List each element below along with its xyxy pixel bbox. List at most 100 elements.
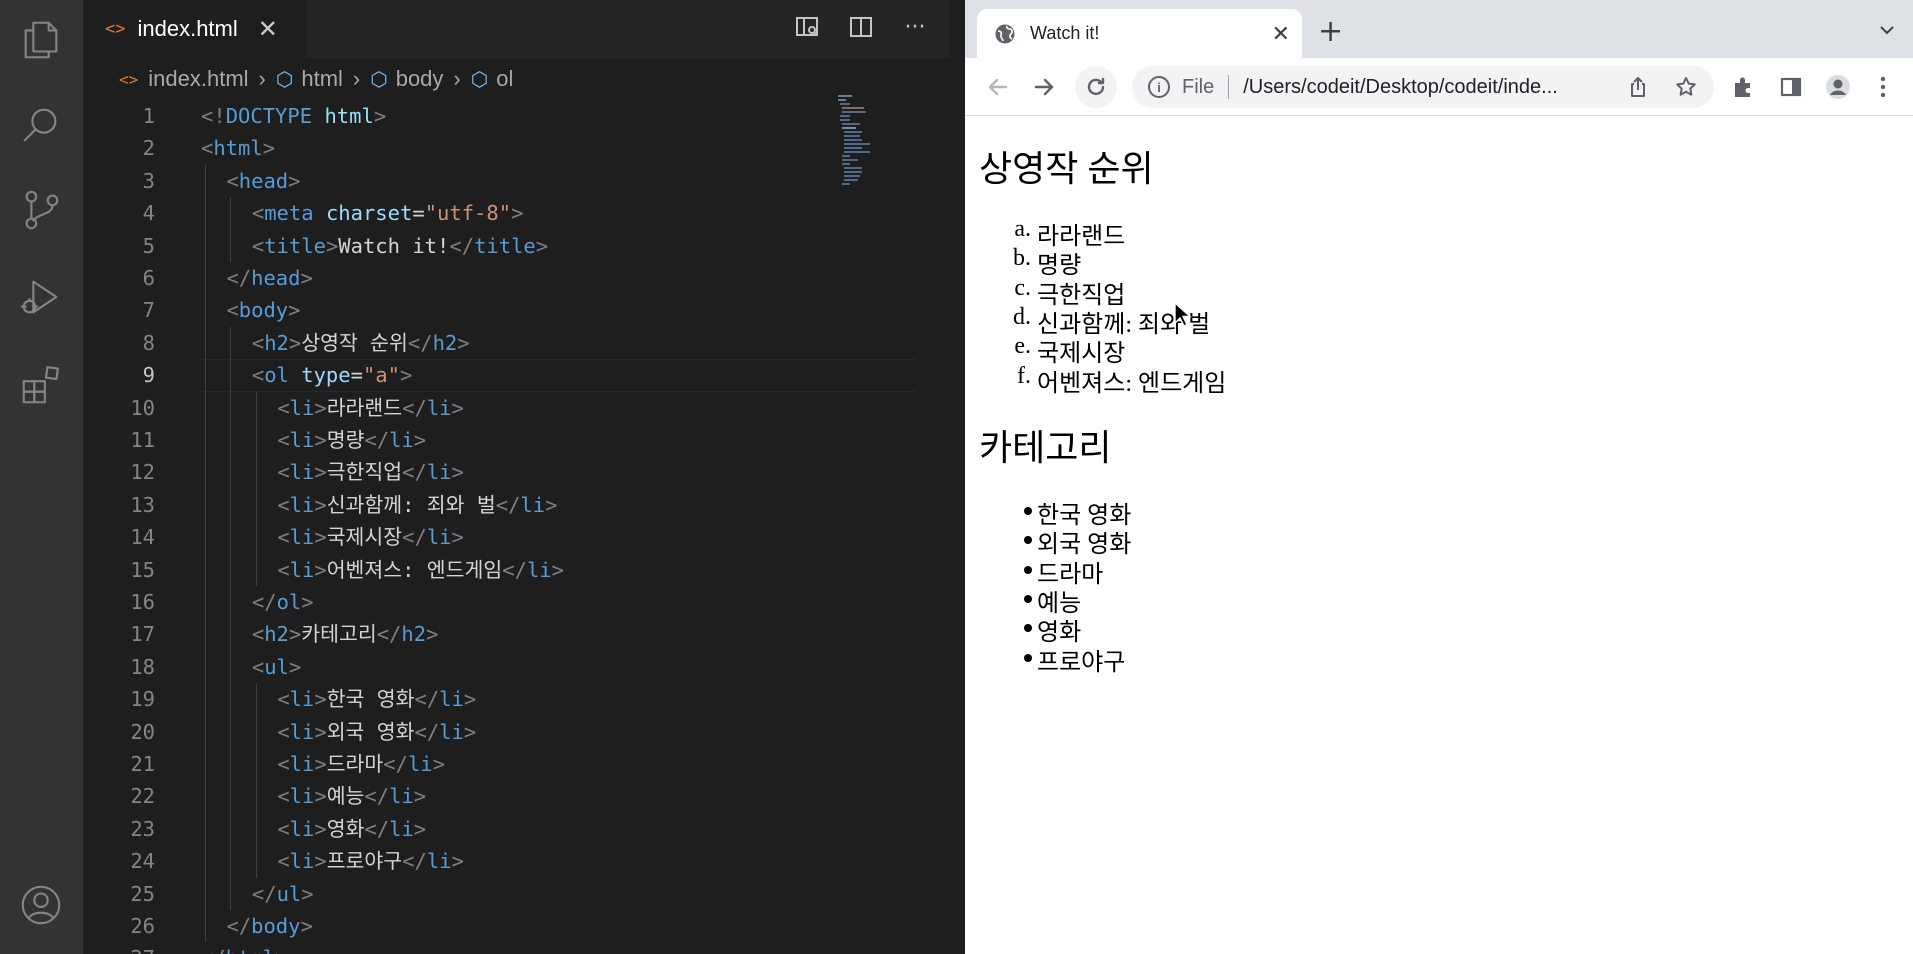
breadcrumb-label: body: [395, 66, 444, 91]
code-line[interactable]: 16 </ol>: [83, 586, 843, 618]
indent-guide: [255, 488, 257, 522]
code-text: </body>: [226, 914, 313, 938]
search-icon[interactable]: [16, 100, 66, 150]
cube-icon: ⬡: [370, 68, 388, 91]
code-line[interactable]: 24 <li>프로야구</li>: [83, 845, 843, 877]
code-line[interactable]: 26 </body>: [83, 910, 843, 942]
code-line[interactable]: 11 <li>명량</li>: [83, 424, 843, 456]
side-panel-icon[interactable]: [1778, 74, 1804, 100]
code-line[interactable]: 12 <li>극한직업</li>: [83, 456, 843, 488]
browser-toolbar: i File /Users/codeit/Desktop/codeit/inde…: [965, 58, 1913, 116]
code-line[interactable]: 21 <li>드라마</li>: [83, 748, 843, 780]
code-text: <li>영화</li>: [277, 816, 427, 841]
kebab-menu-icon[interactable]: [1870, 74, 1896, 100]
code-line[interactable]: 3 <head>: [83, 165, 843, 197]
indent-guide: [255, 683, 257, 716]
code-line[interactable]: 19 <li>한국 영화</li>: [83, 683, 843, 715]
open-preview-icon[interactable]: [792, 12, 822, 42]
code-line[interactable]: 2 <html>: [83, 132, 843, 164]
line-number: 24: [130, 849, 155, 874]
code-line[interactable]: 4 <meta charset="utf-8">: [83, 197, 843, 229]
breadcrumb-item[interactable]: ⬡ body: [370, 66, 443, 92]
source-control-icon[interactable]: [16, 185, 66, 235]
chevron-down-icon[interactable]: [1879, 22, 1894, 36]
reload-icon[interactable]: [1075, 66, 1117, 108]
more-actions-icon[interactable]: ···: [900, 12, 930, 42]
breadcrumb-item[interactable]: ⬡ html: [276, 66, 343, 92]
explorer-icon[interactable]: [16, 15, 66, 65]
bullet-icon: [1024, 624, 1032, 633]
code-line[interactable]: 18 <ul>: [83, 651, 843, 683]
forward-icon[interactable]: [1027, 70, 1061, 104]
indent-guide: [230, 521, 232, 554]
line-number: 20: [130, 719, 155, 744]
share-icon[interactable]: [1626, 75, 1650, 99]
indent-guide: [205, 391, 206, 424]
code-area[interactable]: 1 <!DOCTYPE html> 2 <html> 3 <head> 4 <meta cha…: [83, 100, 950, 954]
indent-guide: [230, 715, 232, 748]
info-icon[interactable]: i: [1148, 76, 1170, 98]
url-text[interactable]: /Users/codeit/Desktop/codeit/inde...: [1243, 76, 1558, 99]
code-line[interactable]: 17 <h2>카테고리</h2>: [83, 618, 843, 650]
code-line[interactable]: 15 <li>어벤져스: 엔드게임</li>: [83, 554, 843, 586]
line-number: 9: [142, 363, 155, 388]
code-line[interactable]: 5 <title>Watch it!</title>: [83, 230, 843, 262]
code-line[interactable]: 6 </head>: [83, 262, 843, 294]
html-file-icon: <>: [119, 69, 139, 89]
code-line[interactable]: 7 <body>: [83, 294, 843, 326]
globe-icon: [994, 23, 1016, 45]
chevron-right-icon: ›: [258, 66, 266, 91]
account-icon[interactable]: [16, 880, 66, 930]
indent-guide: [255, 521, 257, 554]
breadcrumb-item[interactable]: <> index.html: [119, 66, 249, 92]
code-line[interactable]: 10 <li>라라랜드</li>: [83, 392, 843, 424]
indent-guide: [230, 650, 232, 684]
profile-avatar-icon[interactable]: [1825, 74, 1851, 100]
close-tab-icon[interactable]: ✕: [1272, 21, 1290, 47]
browser-tabstrip: Watch it! ✕ +: [965, 0, 1913, 58]
split-editor-icon[interactable]: [846, 12, 876, 42]
address-bar[interactable]: i File /Users/codeit/Desktop/codeit/inde…: [1132, 66, 1714, 108]
bullet-icon: [1024, 653, 1032, 662]
code-line[interactable]: 25 </ul>: [83, 878, 843, 910]
code-line[interactable]: 14 <li>국제시장</li>: [83, 521, 843, 553]
minimap[interactable]: [838, 95, 928, 185]
run-debug-icon[interactable]: [16, 272, 66, 322]
line-number: 19: [130, 687, 155, 712]
line-number: 13: [130, 492, 155, 517]
code-text: <li>국제시장</li>: [277, 525, 464, 550]
code-text: <li>라라랜드</li>: [277, 395, 464, 420]
indent-guide: [255, 715, 257, 748]
code-text: <li>프로야구</li>: [277, 849, 464, 874]
code-line[interactable]: 1 <!DOCTYPE html>: [83, 100, 843, 132]
breadcrumb-label: index.html: [148, 66, 249, 91]
code-line[interactable]: 8 <h2>상영작 순위</h2>: [83, 327, 843, 359]
indent-guide: [230, 391, 232, 424]
editor-tab-index-html[interactable]: <> index.html ✕: [83, 0, 306, 58]
indent-guide: [205, 521, 206, 554]
new-tab-button[interactable]: +: [1318, 14, 1343, 49]
indent-guide: [205, 164, 206, 198]
heading-rankings: 상영작 순위: [979, 149, 1154, 189]
code-line[interactable]: 9 <ol type="a">: [83, 359, 843, 391]
code-line[interactable]: 27 </html>: [83, 942, 843, 954]
code-line[interactable]: 22 <li>예능</li>: [83, 780, 843, 812]
bookmark-star-icon[interactable]: [1674, 75, 1698, 99]
extensions-puzzle-icon[interactable]: [1730, 74, 1756, 100]
browser-tab[interactable]: Watch it! ✕: [977, 9, 1302, 58]
indent-guide: [255, 812, 257, 846]
indent-guide: [230, 845, 232, 878]
code-line[interactable]: 20 <li>외국 영화</li>: [83, 716, 843, 748]
indent-guide: [205, 326, 206, 360]
indent-guide: [205, 359, 206, 392]
breadcrumb-item[interactable]: ⬡ ol: [471, 66, 514, 92]
back-icon[interactable]: [981, 70, 1015, 104]
code-line[interactable]: 13 <li>신과함께: 죄와 벌</li>: [83, 489, 843, 521]
indent-guide: [230, 586, 232, 619]
indent-guide: [205, 294, 206, 327]
indent-guide: [255, 780, 257, 813]
omnibox-divider: [1228, 75, 1230, 99]
extensions-icon[interactable]: [16, 360, 66, 410]
close-tab-icon[interactable]: ✕: [258, 15, 278, 43]
code-line[interactable]: 23 <li>영화</li>: [83, 813, 843, 845]
